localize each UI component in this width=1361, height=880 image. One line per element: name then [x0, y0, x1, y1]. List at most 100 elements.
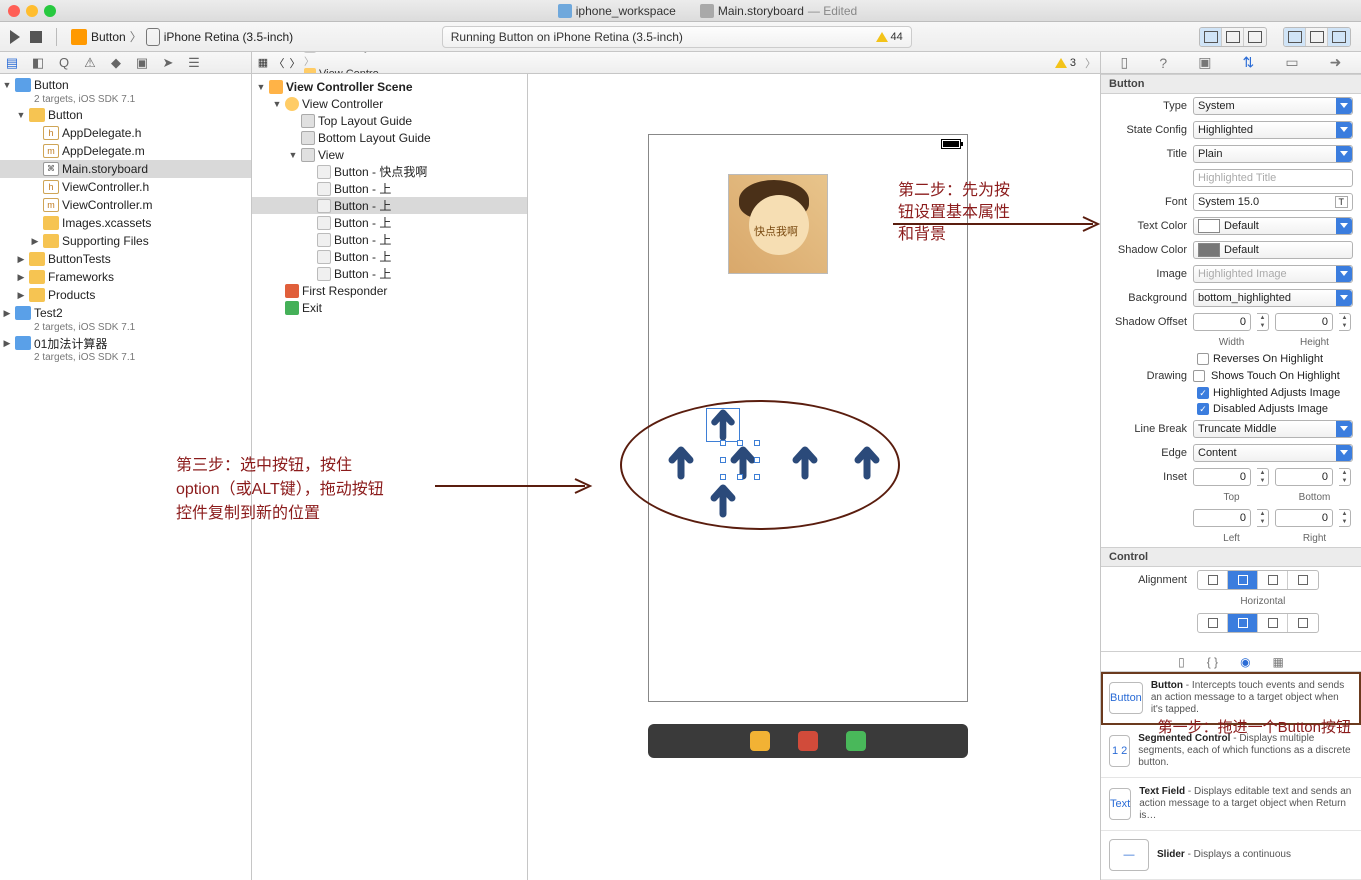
inset-right-input[interactable]: 0	[1275, 509, 1333, 527]
disabled-adjusts-checkbox[interactable]: ✓Disabled Adjusts Image	[1101, 401, 1361, 417]
outline-item[interactable]: Button - 上	[252, 231, 527, 248]
nav-item[interactable]: mViewController.m	[0, 196, 251, 214]
close-window-icon[interactable]	[8, 5, 20, 17]
nav-item[interactable]: ▼Button	[0, 106, 251, 124]
related-items-icon[interactable]: ▦	[256, 56, 270, 70]
nav-item[interactable]: hViewController.h	[0, 178, 251, 196]
breakpoint-navigator-icon[interactable]: ➤	[160, 55, 176, 71]
breadcrumb[interactable]: Main.storyb…	[304, 52, 390, 53]
attributes-inspector-icon[interactable]: ⇅	[1243, 54, 1255, 71]
file-inspector-icon[interactable]: ▯	[1121, 54, 1129, 71]
outline-item[interactable]: ▼View Controller Scene	[252, 78, 527, 95]
dock-first-responder-icon[interactable]	[798, 731, 818, 751]
object-library-list[interactable]: ButtonButton - Intercepts touch events a…	[1101, 671, 1361, 880]
background-select[interactable]: bottom_highlighted	[1193, 289, 1353, 307]
outline-item[interactable]: Exit	[252, 299, 527, 316]
minimize-window-icon[interactable]	[26, 5, 38, 17]
back-icon[interactable]: 〈	[272, 56, 286, 70]
jump-bar-warnings[interactable]: 3〉	[1055, 55, 1096, 71]
library-item[interactable]: —Slider - Displays a continuous	[1101, 831, 1361, 880]
shows-touch-checkbox[interactable]	[1193, 370, 1205, 382]
run-button[interactable]	[10, 30, 20, 44]
jump-bar[interactable]: ▦ 〈 〉 Button〉Button〉Main.storyb…〉Main.st…	[252, 52, 1100, 74]
outline-item[interactable]: ▼View Controller	[252, 95, 527, 112]
nav-item[interactable]: ⌘Main.storyboard	[0, 160, 251, 178]
activity-status: Running Button on iPhone Retina (3.5-inc…	[442, 26, 912, 48]
outline-item[interactable]: ▼View	[252, 146, 527, 163]
outline-item[interactable]: Bottom Layout Guide	[252, 129, 527, 146]
image-select[interactable]: Highlighted Image	[1193, 265, 1353, 283]
reverses-checkbox[interactable]: Reverses On Highlight	[1101, 351, 1361, 367]
symbol-navigator-icon[interactable]: ◧	[30, 55, 46, 71]
button-with-image[interactable]: 快点我啊	[728, 174, 828, 274]
inset-top-input[interactable]: 0	[1193, 468, 1251, 486]
outline-item[interactable]: Top Layout Guide	[252, 112, 527, 129]
font-field[interactable]: System 15.0T	[1193, 193, 1353, 211]
shadow-color-select[interactable]: Default	[1193, 241, 1353, 259]
panel-visibility-selector[interactable]	[1283, 27, 1351, 47]
outline-item[interactable]: Button - 上	[252, 180, 527, 197]
horizontal-alignment[interactable]	[1197, 570, 1319, 590]
dock-vc-icon[interactable]	[750, 731, 770, 751]
nav-item[interactable]: hAppDelegate.h	[0, 124, 251, 142]
find-navigator-icon[interactable]: Q	[56, 55, 72, 71]
scheme-selector[interactable]: Button 〉 iPhone Retina (3.5-inch)	[71, 28, 293, 46]
nav-item[interactable]: Images.xcassets	[0, 214, 251, 232]
connections-inspector-icon[interactable]: ➜	[1330, 54, 1342, 71]
inset-bottom-input[interactable]: 0	[1275, 468, 1333, 486]
project-navigator-icon[interactable]: ▤	[4, 55, 20, 71]
code-snippet-icon[interactable]: { }	[1207, 655, 1218, 669]
vertical-alignment[interactable]	[1197, 613, 1319, 633]
outline-item[interactable]: Button - 上	[252, 265, 527, 282]
nav-item[interactable]: ▶Frameworks	[0, 268, 251, 286]
library-tabs[interactable]: ▯ { } ◉ ▦	[1101, 651, 1361, 671]
debug-navigator-icon[interactable]: ▣	[134, 55, 150, 71]
quick-help-icon[interactable]: ?	[1159, 55, 1167, 71]
warning-count[interactable]: 44	[876, 31, 903, 43]
outline-item[interactable]: Button - 上	[252, 248, 527, 265]
nav-item[interactable]: ▼Button	[0, 76, 251, 94]
stepper[interactable]: ▲▼	[1339, 313, 1351, 331]
nav-item[interactable]: mAppDelegate.m	[0, 142, 251, 160]
inset-left-input[interactable]: 0	[1193, 509, 1251, 527]
media-library-icon[interactable]: ▦	[1273, 655, 1284, 669]
test-navigator-icon[interactable]: ◆	[108, 55, 124, 71]
nav-item[interactable]: ▶ButtonTests	[0, 250, 251, 268]
state-config-select[interactable]: Highlighted	[1193, 121, 1353, 139]
type-select[interactable]: System	[1193, 97, 1353, 115]
nav-item[interactable]: ▶01加法计算器	[0, 334, 251, 352]
outline-item[interactable]: First Responder	[252, 282, 527, 299]
issue-navigator-icon[interactable]: ⚠	[82, 55, 98, 71]
dock-exit-icon[interactable]	[846, 731, 866, 751]
font-picker-icon[interactable]: T	[1335, 196, 1349, 208]
outline-item[interactable]: Button - 快点我啊	[252, 163, 527, 180]
outline-item[interactable]: Button - 上	[252, 197, 527, 214]
outline-item[interactable]: Button - 上	[252, 214, 527, 231]
shadow-width-input[interactable]: 0	[1193, 313, 1251, 331]
stop-button[interactable]	[30, 31, 42, 43]
forward-icon[interactable]: 〉	[288, 56, 302, 70]
library-item[interactable]: TextText Field - Displays editable text …	[1101, 778, 1361, 831]
nav-item[interactable]: ▶Supporting Files	[0, 232, 251, 250]
editor-mode-selector[interactable]	[1199, 27, 1267, 47]
zoom-window-icon[interactable]	[44, 5, 56, 17]
shadow-height-input[interactable]: 0	[1275, 313, 1333, 331]
file-template-icon[interactable]: ▯	[1178, 655, 1185, 669]
size-inspector-icon[interactable]: ▭	[1285, 54, 1298, 71]
scene-dock[interactable]	[648, 724, 968, 758]
text-color-select[interactable]: Default	[1193, 217, 1353, 235]
object-library-icon[interactable]: ◉	[1240, 655, 1250, 669]
title-input[interactable]: Highlighted Title	[1193, 169, 1353, 187]
title-mode-select[interactable]: Plain	[1193, 145, 1353, 163]
edge-select[interactable]: Content	[1193, 444, 1353, 462]
nav-item[interactable]: ▶Products	[0, 286, 251, 304]
report-navigator-icon[interactable]: ☰	[186, 55, 202, 71]
identity-inspector-icon[interactable]: ▣	[1198, 54, 1211, 71]
storyboard-canvas[interactable]: http://blog.csdn.net/ 快点我啊	[528, 74, 1100, 880]
highlighted-adjusts-checkbox[interactable]: ✓Highlighted Adjusts Image	[1101, 385, 1361, 401]
stepper[interactable]: ▲▼	[1257, 313, 1269, 331]
navigator-tabs[interactable]: ▤ ◧ Q ⚠ ◆ ▣ ➤ ☰	[0, 52, 251, 74]
nav-item[interactable]: ▶Test2	[0, 304, 251, 322]
inspector-tabs[interactable]: ▯ ? ▣ ⇅ ▭ ➜	[1101, 52, 1361, 74]
line-break-select[interactable]: Truncate Middle	[1193, 420, 1353, 438]
